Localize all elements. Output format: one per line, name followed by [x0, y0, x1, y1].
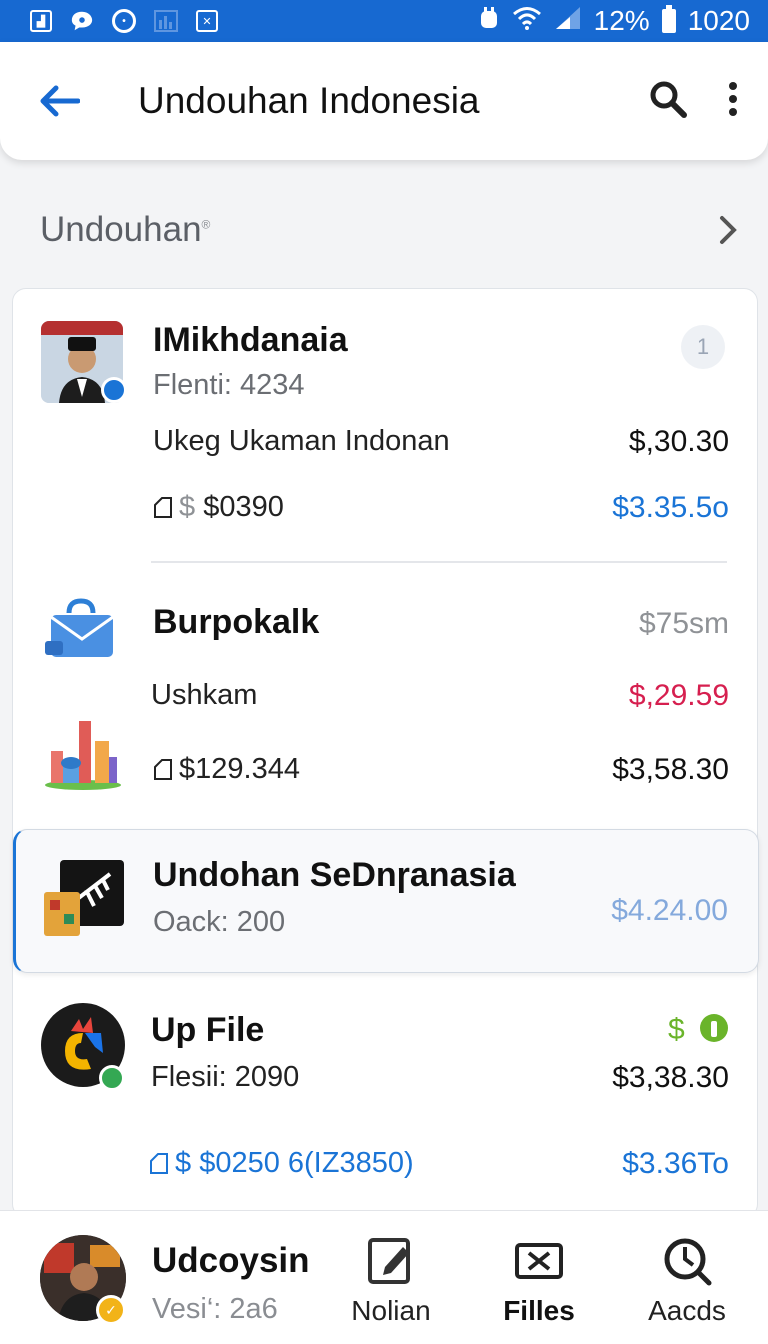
wifi-icon — [512, 5, 542, 37]
edit-icon — [365, 1235, 417, 1287]
item-subtitle: Oack: 200 — [153, 906, 286, 938]
item-name: Burpokalk — [153, 603, 320, 641]
system-status: 12% 1020 — [478, 5, 750, 38]
item-subtitle: Flesii: 2090 — [151, 1061, 300, 1093]
user-name: Udcoysin — [152, 1241, 310, 1280]
signal-icon — [554, 5, 582, 38]
item-status: $ — [668, 1013, 729, 1051]
status-icon — [699, 1013, 729, 1051]
chevron-right-icon[interactable] — [716, 210, 740, 250]
tools-notification-icon: ✕ — [196, 10, 218, 32]
count-badge: 1 — [681, 325, 725, 369]
nav-item-aacds[interactable]: Aacds — [632, 1235, 742, 1335]
back-arrow-icon[interactable] — [38, 81, 84, 121]
nav-item-nolian[interactable]: Nolian — [336, 1235, 446, 1335]
tag-icon — [153, 494, 173, 518]
item-total: $3.35.5o — [612, 491, 729, 524]
search-icon[interactable] — [648, 79, 688, 124]
mail-icon — [43, 597, 115, 669]
city-icon — [43, 711, 123, 791]
user-status-icon: ✓ — [96, 1295, 126, 1325]
page-title: Undouhan Indonesia — [138, 80, 480, 121]
item-subtitle: Flenti: 4234 — [153, 369, 305, 401]
item-name: Undohan SeDnɼanasia — [153, 856, 516, 894]
item-description: Ushkam — [151, 679, 258, 711]
status-bar: ▟ • ✕ 12% 1020 — [0, 0, 768, 42]
clock-notification-icon: • — [112, 9, 136, 33]
item-description: Ukeg Ukaman Indonan — [153, 425, 450, 457]
download-list-card: IMikhdanaia Flenti: 4234 1 Ukeg Ukaman I… — [12, 288, 759, 1218]
section-title: Undouhan® — [40, 210, 211, 249]
section-header[interactable]: Undouhan® — [40, 205, 740, 255]
verified-icon — [101, 377, 127, 403]
messenger-notification-icon — [70, 9, 94, 33]
notification-icons: ▟ • ✕ — [30, 9, 218, 33]
item-name: IMikhdanaia — [153, 321, 348, 359]
item-size: $75sm — [638, 607, 729, 640]
bottom-bar: ✓ Udcoysin Vesi‘: 2a6 Nolian Filles Aacd… — [0, 1210, 768, 1344]
clock-time: 1020 — [687, 5, 750, 36]
item-total: $3,58.30 — [612, 753, 729, 786]
alarm-icon — [478, 5, 500, 37]
item-tag-price: $ $0250 6(IZ3850) — [149, 1147, 414, 1180]
list-item[interactable]: Burpokalk $75sm Ushkam $,29.59 $129.344 … — [13, 563, 759, 825]
battery-icon — [661, 5, 676, 33]
battery-percent: 12% — [593, 5, 650, 36]
app-thumbnail — [40, 860, 126, 944]
tag-icon — [153, 756, 173, 780]
stats-notification-icon — [154, 9, 178, 33]
more-options-icon[interactable] — [728, 81, 738, 122]
item-price: $,29.59 — [628, 679, 729, 712]
list-item-selected[interactable]: Undohan SeDnɼanasia Oack: 200 $4.24.00 — [13, 829, 759, 973]
files-icon — [513, 1235, 565, 1287]
item-price: $,30.30 — [628, 425, 729, 458]
app-bar: Undouhan Indonesia — [0, 42, 768, 160]
item-total: $3.36To — [622, 1147, 729, 1180]
nav-item-files[interactable]: Filles — [484, 1235, 594, 1335]
list-item[interactable]: IMikhdanaia Flenti: 4234 1 Ukeg Ukaman I… — [13, 289, 759, 561]
item-tag-price: $ $0390 — [153, 491, 284, 524]
list-item[interactable]: Up File $ Flesii: 2090 $3,38.30 $ $0250 … — [13, 989, 759, 1209]
user-version: Vesi‘: 2a6 — [152, 1293, 278, 1325]
tag-icon — [149, 1150, 169, 1174]
item-price: $4.24.00 — [611, 894, 728, 927]
gallery-notification-icon: ▟ — [30, 10, 52, 32]
item-name: Up File — [151, 1011, 265, 1049]
item-price: $3,38.30 — [612, 1061, 729, 1094]
check-badge-icon — [99, 1065, 125, 1091]
item-tag-price: $129.344 — [153, 753, 300, 786]
search-icon — [661, 1235, 713, 1287]
